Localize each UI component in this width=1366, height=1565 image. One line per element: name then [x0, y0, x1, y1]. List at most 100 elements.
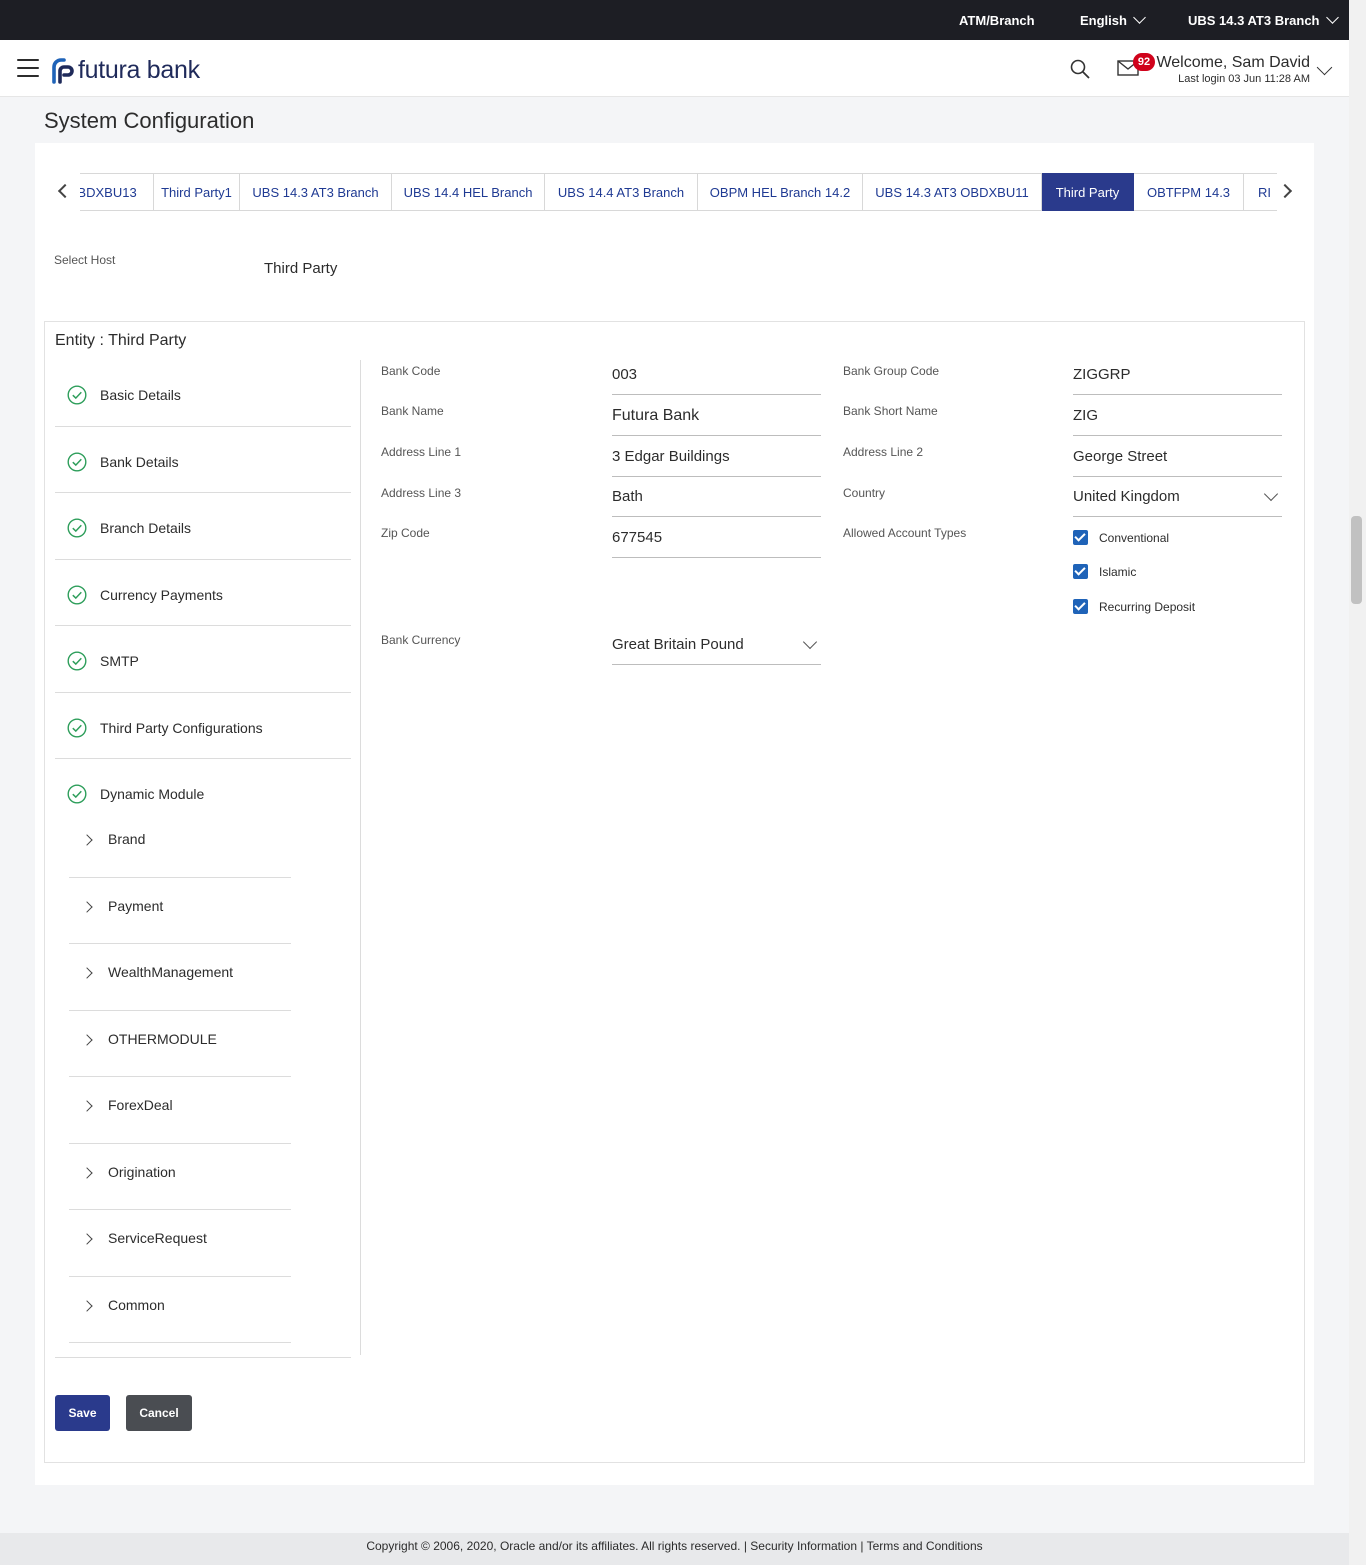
save-button[interactable]: Save — [55, 1395, 110, 1431]
chevron-right-icon — [81, 1233, 93, 1245]
terms-and-conditions-link[interactable]: Terms and Conditions — [867, 1539, 983, 1553]
tab-ubs-14-4-at3-branch[interactable]: UBS 14.4 AT3 Branch — [545, 173, 698, 211]
bank-logo[interactable]: futura bank — [50, 56, 200, 85]
tab-obtfpm-14-3[interactable]: OBTFPM 14.3 — [1134, 173, 1244, 211]
nav-item-bank-details[interactable]: Bank Details — [55, 427, 351, 493]
last-login-text: Last login 03 Jun 11:28 AM — [1178, 73, 1310, 85]
main-card: OBDXBU13Third Party1UBS 14.3 AT3 BranchU… — [35, 143, 1314, 1485]
bank-short-name-field[interactable]: ZIG — [1073, 398, 1282, 436]
nav-item-label: Dynamic Module — [100, 786, 205, 802]
address-line-1-value: 3 Edgar Buildings — [612, 448, 730, 465]
sub-item-origination[interactable]: Origination — [69, 1144, 291, 1210]
page-scrollbar[interactable] — [1349, 0, 1366, 1565]
check-circle-icon — [67, 584, 87, 605]
checkbox-checked-icon[interactable] — [1073, 564, 1088, 579]
nav-item-basic-details[interactable]: Basic Details — [55, 360, 351, 427]
nav-item-label: SMTP — [100, 653, 139, 669]
sub-item-wealthmanagement[interactable]: WealthManagement — [69, 944, 291, 1011]
checkbox-checked-icon[interactable] — [1073, 530, 1088, 545]
chevron-right-icon — [81, 900, 93, 913]
app-header: futura bank 92 Welcome, Sam David Last l… — [0, 40, 1349, 97]
nav-item-currency-payments[interactable]: Currency Payments — [55, 560, 351, 626]
account-type-conventional-checkbox[interactable]: Conventional — [1073, 530, 1169, 545]
search-icon[interactable] — [1070, 59, 1090, 79]
nav-item-smtp[interactable]: SMTP — [55, 626, 351, 693]
copyright-text: Copyright © 2006, 2020, Oracle and/or it… — [366, 1539, 751, 1553]
nav-item-label: Third Party Configurations — [100, 719, 263, 736]
address-line-1-label: Address Line 1 — [381, 445, 462, 459]
address-line-2-field[interactable]: George Street — [1073, 439, 1282, 477]
checkbox-label: Conventional — [1099, 530, 1170, 545]
sub-item-payment[interactable]: Payment — [69, 878, 291, 944]
nav-item-branch-details[interactable]: Branch Details — [55, 493, 351, 560]
tab-ubs-14-4-hel-branch[interactable]: UBS 14.4 HEL Branch — [392, 173, 545, 211]
top-bar: ATM/Branch English UBS 14.3 AT3 Branch — [0, 0, 1349, 40]
allowed-account-types-label: Allowed Account Types — [843, 526, 967, 540]
check-circle-icon — [67, 385, 87, 405]
tab-third-party[interactable]: Third Party — [1042, 173, 1134, 211]
tab-obpm-hel-branch-14-2[interactable]: OBPM HEL Branch 14.2 — [698, 173, 863, 211]
menu-icon[interactable] — [17, 59, 39, 77]
tab-obdxbu13[interactable]: OBDXBU13 — [80, 173, 154, 211]
dynamic-module-list: Brand Payment WealthManagement OTHERMODULE F… — [69, 811, 291, 1343]
chevron-down-icon[interactable] — [1316, 59, 1333, 76]
chevron-down-icon — [1133, 11, 1146, 24]
entity-label: UBS 14.3 AT3 Branch — [1188, 13, 1320, 28]
scrollbar-thumb[interactable] — [1351, 516, 1362, 604]
address-line-1-field[interactable]: 3 Edgar Buildings — [612, 439, 821, 477]
chevron-right-icon — [81, 1299, 93, 1312]
chevron-right-icon — [81, 1166, 93, 1179]
check-circle-icon — [67, 717, 87, 738]
tab-ubs-14-3-at3-branch[interactable]: UBS 14.3 AT3 Branch — [240, 173, 392, 211]
address-line-3-field[interactable]: Bath — [612, 479, 821, 517]
tab-third-party1[interactable]: Third Party1 — [154, 173, 240, 211]
bank-group-code-value: ZIGGRP — [1073, 366, 1131, 383]
welcome-text[interactable]: Welcome, Sam David — [1156, 54, 1310, 72]
sub-item-common[interactable]: Common — [69, 1277, 291, 1343]
tab-ri[interactable]: RI — [1244, 173, 1277, 211]
address-line-2-label: Address Line 2 — [843, 445, 924, 459]
divider — [360, 360, 361, 1355]
sub-item-brand[interactable]: Brand — [69, 811, 291, 878]
sub-item-othermodule[interactable]: OTHERMODULE — [69, 1011, 291, 1077]
country-select[interactable]: United Kingdom — [1073, 479, 1282, 517]
atm-branch-link[interactable]: ATM/Branch — [959, 13, 1035, 28]
entity-selector[interactable]: UBS 14.3 AT3 Branch — [1188, 11, 1339, 28]
chevron-left-icon[interactable] — [57, 183, 73, 199]
chevron-down-icon — [1325, 11, 1339, 24]
sub-item-forexdeal[interactable]: ForexDeal — [69, 1077, 291, 1144]
tab-ubs-14-3-at3-obdxbu11[interactable]: UBS 14.3 AT3 OBDXBU11 — [863, 173, 1042, 211]
page-title: System Configuration — [44, 108, 255, 133]
logo-icon — [52, 57, 74, 84]
bank-code-field[interactable]: 003 — [612, 357, 821, 395]
chevron-down-icon — [802, 634, 818, 650]
bank-currency-value: Great Britain Pound — [612, 636, 744, 653]
checkbox-checked-icon[interactable] — [1073, 599, 1088, 614]
chevron-right-icon[interactable] — [1277, 183, 1293, 199]
language-selector[interactable]: English — [1080, 11, 1146, 28]
check-circle-icon — [67, 518, 87, 538]
notification-badge[interactable]: 92 — [1133, 53, 1155, 71]
account-type-recurring-deposit-checkbox[interactable]: Recurring Deposit — [1073, 599, 1195, 614]
sub-item-servicerequest[interactable]: ServiceRequest — [69, 1210, 291, 1277]
sub-item-label: OTHERMODULE — [108, 1030, 217, 1047]
sub-item-label: WealthManagement — [108, 964, 234, 980]
bank-short-name-value: ZIG — [1073, 407, 1098, 424]
bank-group-code-field[interactable]: ZIGGRP — [1073, 357, 1282, 395]
select-host-value: Third Party — [264, 260, 338, 277]
zip-code-field[interactable]: 677545 — [612, 520, 821, 558]
bank-name-field[interactable]: Futura Bank — [612, 398, 821, 436]
chevron-right-icon — [81, 1033, 93, 1046]
checkbox-label: Islamic — [1099, 564, 1137, 579]
footer: Copyright © 2006, 2020, Oracle and/or it… — [0, 1533, 1349, 1565]
chevron-down-icon — [1263, 486, 1279, 502]
cancel-button[interactable]: Cancel — [126, 1395, 192, 1431]
bank-currency-select[interactable]: Great Britain Pound — [612, 627, 821, 665]
security-information-link[interactable]: Security Information — [750, 1539, 857, 1553]
language-label: English — [1080, 13, 1127, 28]
sub-item-label: Payment — [108, 897, 164, 914]
nav-item-dynamic-module[interactable]: Dynamic Module — [55, 759, 351, 811]
zip-code-label: Zip Code — [381, 526, 430, 540]
nav-item-third-party-configurations[interactable]: Third Party Configurations — [55, 693, 351, 759]
account-type-islamic-checkbox[interactable]: Islamic — [1073, 564, 1136, 579]
